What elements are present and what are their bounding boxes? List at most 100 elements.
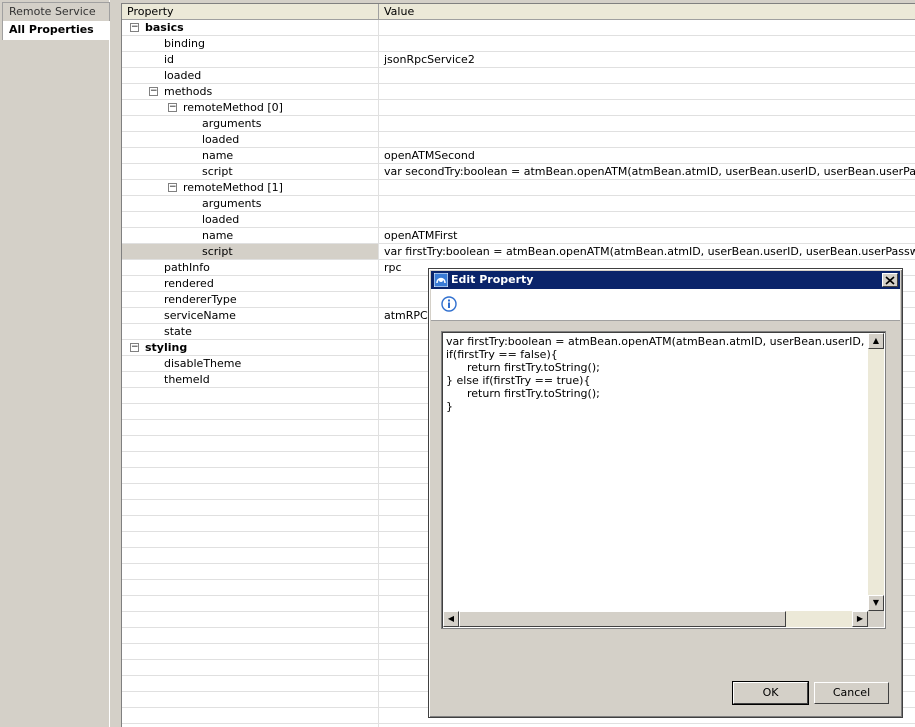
value-cell[interactable]: jsonRpcService2 <box>380 52 915 67</box>
property-label: arguments <box>202 197 262 210</box>
vertical-scrollbar[interactable]: ▲ ▼ <box>868 333 884 611</box>
value-cell[interactable] <box>380 84 915 99</box>
empty-cell <box>122 516 379 531</box>
value-cell[interactable] <box>380 196 915 211</box>
property-cell[interactable]: rendererType <box>122 292 379 307</box>
property-cell[interactable]: id <box>122 52 379 67</box>
collapse-toggle-icon[interactable]: − <box>168 183 177 192</box>
collapse-toggle-icon[interactable]: − <box>149 87 158 96</box>
value-cell[interactable]: var firstTry:boolean = atmBean.openATM(a… <box>380 244 915 259</box>
property-label: serviceName <box>164 309 236 322</box>
empty-cell <box>122 596 379 611</box>
dialog-title-bar[interactable]: Edit Property <box>431 271 900 289</box>
property-cell[interactable]: disableTheme <box>122 356 379 371</box>
property-cell[interactable]: name <box>122 228 379 243</box>
property-cell[interactable]: − basics <box>122 20 379 35</box>
empty-cell <box>122 708 379 723</box>
edit-property-dialog: Edit Property var firstTry:boolean = atm… <box>428 268 903 718</box>
cancel-button[interactable]: Cancel <box>814 682 889 704</box>
table-row[interactable]: loaded <box>122 68 915 84</box>
property-cell[interactable]: state <box>122 324 379 339</box>
table-row[interactable]: id jsonRpcService2 <box>122 52 915 68</box>
value-cell[interactable] <box>380 20 915 35</box>
property-cell[interactable]: − remoteMethod [1] <box>122 180 379 195</box>
table-row[interactable]: − basics <box>122 20 915 36</box>
table-row[interactable]: − methods <box>122 84 915 100</box>
collapse-toggle-icon[interactable]: − <box>130 23 139 32</box>
table-row[interactable]: script var firstTry:boolean = atmBean.ope… <box>122 244 915 260</box>
value-cell[interactable] <box>380 212 915 227</box>
table-row[interactable]: loaded <box>122 212 915 228</box>
scroll-down-button[interactable]: ▼ <box>868 595 884 611</box>
empty-cell <box>122 468 379 483</box>
collapse-toggle-icon[interactable]: − <box>168 103 177 112</box>
property-cell[interactable]: script <box>122 244 379 259</box>
empty-cell <box>122 404 379 419</box>
property-label: name <box>202 149 234 162</box>
script-editor-text[interactable]: var firstTry:boolean = atmBean.openATM(a… <box>446 335 867 610</box>
scroll-right-button[interactable]: ▶ <box>852 611 868 627</box>
empty-cell <box>122 532 379 547</box>
property-cell[interactable]: pathInfo <box>122 260 379 275</box>
horizontal-scrollbar[interactable]: ◀ ▶ <box>443 611 868 627</box>
scroll-up-button[interactable]: ▲ <box>868 333 884 349</box>
property-cell[interactable]: arguments <box>122 116 379 131</box>
tab-all-properties[interactable]: All Properties <box>2 21 110 40</box>
empty-cell <box>122 452 379 467</box>
empty-cell <box>122 628 379 643</box>
property-cell[interactable]: rendered <box>122 276 379 291</box>
property-cell[interactable]: − remoteMethod [0] <box>122 100 379 115</box>
dialog-title-text: Edit Property <box>451 273 534 286</box>
value-cell[interactable] <box>380 116 915 131</box>
property-cell[interactable]: − styling <box>122 340 379 355</box>
tab-remote-service[interactable]: Remote Service <box>2 2 110 21</box>
property-label: arguments <box>202 117 262 130</box>
value-cell[interactable] <box>380 180 915 195</box>
property-cell[interactable]: name <box>122 148 379 163</box>
empty-cell <box>122 580 379 595</box>
empty-cell <box>122 660 379 675</box>
property-cell[interactable]: arguments <box>122 196 379 211</box>
property-cell[interactable]: loaded <box>122 68 379 83</box>
table-row[interactable]: arguments <box>122 116 915 132</box>
table-row[interactable]: − remoteMethod [0] <box>122 100 915 116</box>
collapse-toggle-icon[interactable]: − <box>130 343 139 352</box>
table-row[interactable]: binding <box>122 36 915 52</box>
scroll-left-button[interactable]: ◀ <box>443 611 459 627</box>
table-row[interactable]: − remoteMethod [1] <box>122 180 915 196</box>
empty-cell <box>122 484 379 499</box>
ok-button[interactable]: OK <box>732 681 809 705</box>
value-cell[interactable] <box>380 132 915 147</box>
property-cell[interactable]: binding <box>122 36 379 51</box>
close-button[interactable] <box>882 273 898 287</box>
property-cell[interactable]: − methods <box>122 84 379 99</box>
triangle-right-icon: ▶ <box>856 614 864 623</box>
left-tab-panel: Remote Service All Properties <box>0 0 110 727</box>
column-header-property[interactable]: Property <box>122 4 379 20</box>
table-row[interactable]: script var secondTry:boolean = atmBean.op… <box>122 164 915 180</box>
property-label: state <box>164 325 192 338</box>
property-cell[interactable]: script <box>122 164 379 179</box>
value-cell[interactable]: var secondTry:boolean = atmBean.openATM(… <box>380 164 915 179</box>
property-cell[interactable]: themeId <box>122 372 379 387</box>
table-row[interactable]: loaded <box>122 132 915 148</box>
value-cell[interactable] <box>380 68 915 83</box>
property-label: themeId <box>164 373 210 386</box>
property-label: methods <box>164 85 213 98</box>
column-header-value[interactable]: Value <box>379 4 915 20</box>
table-row[interactable]: arguments <box>122 196 915 212</box>
empty-cell <box>122 420 379 435</box>
property-cell[interactable]: loaded <box>122 132 379 147</box>
triangle-left-icon: ◀ <box>447 614 455 623</box>
table-row[interactable]: name openATMFirst <box>122 228 915 244</box>
value-cell[interactable] <box>380 100 915 115</box>
horizontal-scroll-thumb[interactable] <box>459 611 786 627</box>
script-editor[interactable]: var firstTry:boolean = atmBean.openATM(a… <box>441 331 886 629</box>
value-cell[interactable]: openATMFirst <box>380 228 915 243</box>
value-cell[interactable] <box>380 36 915 51</box>
property-cell[interactable]: loaded <box>122 212 379 227</box>
value-cell[interactable]: openATMSecond <box>380 148 915 163</box>
property-label: loaded <box>202 213 240 226</box>
property-cell[interactable]: serviceName <box>122 308 379 323</box>
table-row[interactable]: name openATMSecond <box>122 148 915 164</box>
